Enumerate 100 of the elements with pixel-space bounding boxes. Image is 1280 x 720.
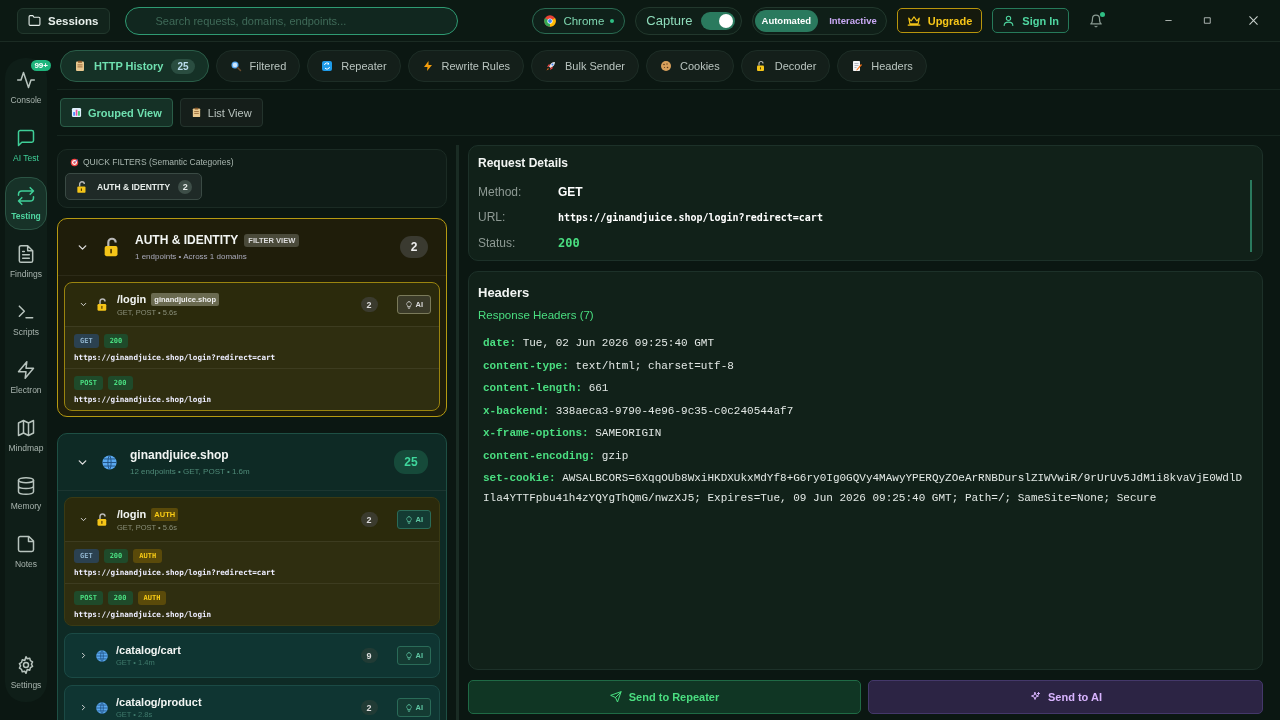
- rocket-icon: [545, 60, 558, 72]
- sidebar-item[interactable]: Testing: [5, 177, 47, 230]
- lightbulb-icon: [404, 515, 413, 524]
- header-line: content-encoding: gzip: [483, 448, 630, 464]
- tab[interactable]: Repeater: [307, 50, 401, 82]
- endpoint-path: /login: [117, 293, 147, 305]
- note-icon: [16, 534, 36, 554]
- sidebar-item[interactable]: Mindmap: [5, 409, 47, 462]
- upgrade-button[interactable]: Upgrade: [896, 8, 983, 33]
- capture-toggle[interactable]: [700, 11, 735, 30]
- send-to-repeater-button[interactable]: Send to Repeater: [468, 680, 861, 714]
- browser-selector[interactable]: Chrome: [532, 7, 626, 34]
- header-line: x-backend: 338aeca3-9790-4e96-9c35-c0c240544af7: [483, 403, 795, 419]
- settings-icon: [16, 655, 36, 675]
- globe-icon: [95, 700, 109, 715]
- card-title: Request Details: [478, 156, 570, 170]
- view-toggle[interactable]: Grouped View: [60, 98, 173, 127]
- user-icon: [1002, 14, 1016, 27]
- field-value: 200: [558, 235, 580, 250]
- request-count: 2: [360, 700, 378, 715]
- close-icon: [1247, 14, 1260, 27]
- sidebar-item[interactable]: Notes: [5, 525, 47, 578]
- tab[interactable]: HTTP History 25: [60, 50, 209, 82]
- group-meta: 1 endpoints • Across 1 domains: [135, 252, 248, 261]
- card-title: Headers: [478, 285, 531, 300]
- endpoint-path: /catalog/cart: [116, 644, 181, 656]
- filter-chip[interactable]: AUTH & IDENTITY 2: [65, 173, 203, 200]
- target-icon: [70, 157, 79, 167]
- lightbulb-icon: [404, 703, 413, 712]
- tab[interactable]: Rewrite Rules: [407, 50, 525, 82]
- endpoint-path: /catalog/product: [116, 696, 202, 708]
- lightning-icon: [421, 60, 434, 72]
- scrollbar[interactable]: [1250, 180, 1252, 252]
- quick-filters-title: QUICK FILTERS (Semantic Categories): [83, 157, 234, 167]
- mode-tab[interactable]: Interactive: [822, 9, 884, 32]
- crown-icon: [906, 13, 921, 28]
- sidebar-item[interactable]: AI Test: [5, 119, 47, 172]
- header-line: content-length: 661: [483, 381, 610, 396]
- sessions-button[interactable]: Sessions: [17, 7, 110, 34]
- sidebar-item[interactable]: Settings: [5, 646, 47, 699]
- sidebar-item[interactable]: Scripts: [5, 293, 47, 346]
- repeat-icon: [321, 60, 334, 72]
- capture-label: Capture: [646, 13, 693, 28]
- send-icon: [609, 691, 622, 703]
- sidebar-item[interactable]: Findings: [5, 235, 47, 288]
- field-label: Status:: [478, 235, 517, 250]
- notification-badge: 99+: [31, 60, 51, 71]
- notification-bell[interactable]: [1089, 13, 1103, 28]
- sidebar-item[interactable]: Electron: [5, 351, 47, 404]
- field-label: Method:: [478, 184, 523, 199]
- tab[interactable]: Filtered: [215, 50, 301, 82]
- tab-count: 25: [171, 58, 195, 74]
- chevron-right-icon: [79, 703, 88, 712]
- search-field[interactable]: Search requests, domains, endpoints...: [124, 6, 458, 35]
- lightbulb-icon: [404, 651, 413, 660]
- pulse-icon: [16, 70, 36, 90]
- mode-tab[interactable]: Automated: [754, 9, 819, 32]
- database-icon: [16, 476, 36, 496]
- sidebar-item[interactable]: Memory: [5, 467, 47, 520]
- swap-arrows-icon: [16, 186, 36, 206]
- endpoint-path: /login: [117, 508, 147, 520]
- tab[interactable]: Decoder: [740, 50, 831, 82]
- header-line: set-cookie: AWSALBCORS=6XqqOUb8WxiHKDXUkxMdYf8+G6ry0Ig0GQVy4MAwyYPERQyZOeArRNBDurslZIWVwiR/9rUrUv5JdM1i8kvaVjE0WdlDIla4YTTFpbu41h4zYQYgThQmG/nwzXJ5; Expires=Tue, 09 Jun 2026 09:25:40 GMT; Path=/; SameSite=None; Secure: [483, 471, 1244, 506]
- field-value: https://ginandjuice.shop/login?redirect=cart: [558, 211, 823, 223]
- send-to-ai-button[interactable]: Send to AI: [868, 680, 1263, 714]
- folder-icon: [28, 14, 41, 27]
- bell-icon: [1089, 13, 1103, 28]
- map-icon: [16, 418, 36, 438]
- padlock-icon: [75, 179, 89, 194]
- tab[interactable]: Bulk Sender: [531, 50, 639, 82]
- group-title: ginandjuice.shop: [130, 448, 229, 462]
- tab[interactable]: Cookies: [645, 50, 734, 82]
- field-label: URL:: [478, 210, 507, 225]
- document-icon: [16, 244, 36, 264]
- view-toggle[interactable]: List View: [179, 98, 263, 127]
- search-icon: [229, 60, 242, 72]
- terminal-icon: [16, 302, 36, 322]
- chevron-right-icon: [79, 651, 88, 660]
- sign-in-button[interactable]: Sign In: [992, 8, 1069, 33]
- chevron-down-icon: [79, 300, 88, 309]
- request-count: 9: [360, 648, 378, 663]
- header-line: x-frame-options: SAMEORIGIN: [483, 426, 663, 441]
- globe-icon: [95, 648, 109, 663]
- sparkles-icon: [1029, 691, 1041, 703]
- field-value: GET: [558, 184, 583, 199]
- group-title: AUTH & IDENTITY: [135, 233, 239, 247]
- request-count: 2: [360, 512, 378, 527]
- header-line: content-type: text/html; charset=utf-8: [483, 358, 735, 374]
- maximize-icon: [1202, 15, 1213, 26]
- group-count: 25: [394, 450, 428, 474]
- padlock-icon: [754, 60, 767, 72]
- lightbulb-icon: [404, 300, 413, 309]
- group-meta: 12 endpoints • GET, POST • 1.6m: [130, 467, 251, 476]
- bar-chart-icon: [71, 107, 82, 118]
- tab[interactable]: Headers: [837, 50, 927, 82]
- chevron-down-icon: [79, 515, 88, 524]
- cookie-icon: [659, 60, 672, 72]
- globe-icon: [101, 453, 118, 471]
- section-title: Response Headers (7): [478, 309, 595, 321]
- memo-icon: [851, 60, 864, 72]
